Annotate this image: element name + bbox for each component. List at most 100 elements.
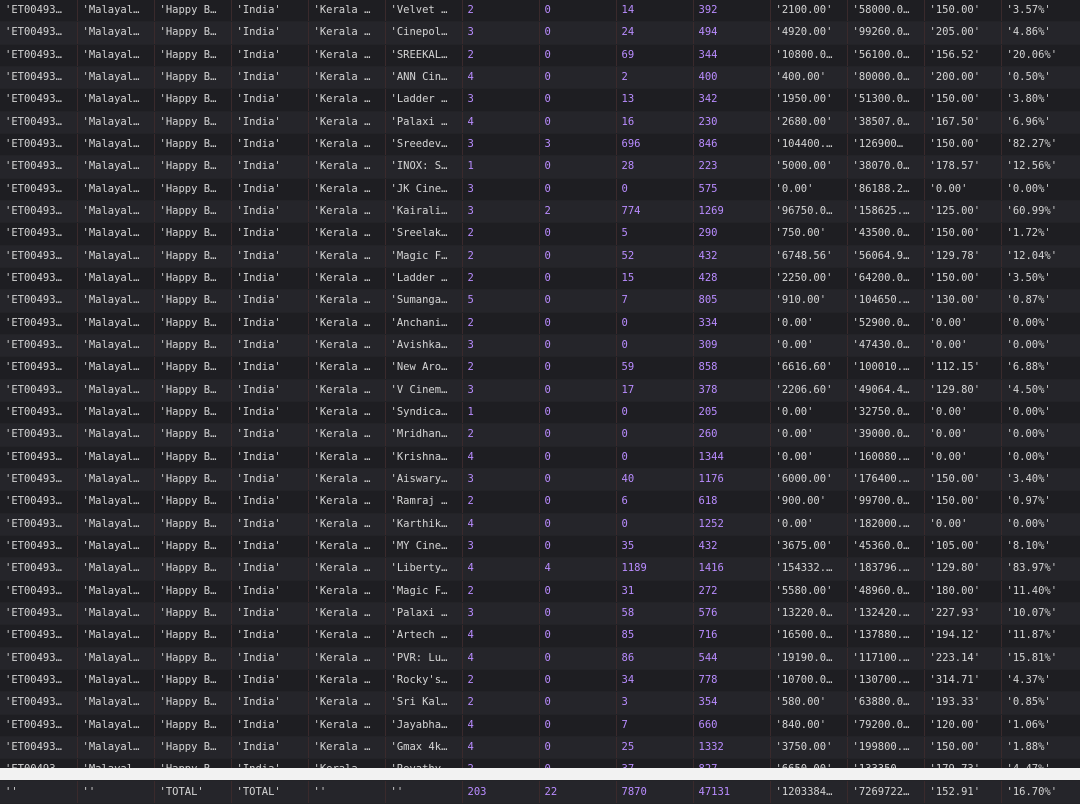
table-cell[interactable]: 'Happy B… <box>154 312 232 335</box>
table-cell[interactable]: 'Kerala … <box>308 602 386 626</box>
table-cell[interactable]: 3 <box>616 691 694 715</box>
table-cell[interactable]: 'Kerala … <box>308 222 386 246</box>
table-cell[interactable]: '0.00%' <box>1001 178 1080 201</box>
table-cell[interactable]: 25 <box>616 736 694 760</box>
table-cell[interactable]: 3 <box>462 133 540 157</box>
table-cell[interactable]: 'ET00493… <box>0 379 78 402</box>
table-cell[interactable]: 'Kerala … <box>308 468 386 492</box>
table-cell[interactable]: 'Malayal… <box>77 647 155 670</box>
table-cell[interactable]: 4 <box>462 557 540 581</box>
table-cell[interactable]: 0 <box>539 21 617 45</box>
table-cell[interactable]: 4 <box>539 557 617 581</box>
table-cell[interactable]: '154332.… <box>770 557 848 581</box>
table-cell[interactable]: '3750.00' <box>770 736 848 760</box>
table-cell[interactable]: '126900… <box>847 133 925 157</box>
table-cell[interactable]: 'Malayal… <box>77 490 155 514</box>
table-cell[interactable]: '104400.… <box>770 133 848 157</box>
table-cell[interactable]: 205 <box>693 401 771 425</box>
table-cell[interactable]: '99700.0… <box>847 490 925 514</box>
table-cell[interactable]: '314.71' <box>924 669 1002 693</box>
table-cell[interactable]: '32750.0… <box>847 401 925 425</box>
table-cell[interactable]: 'ET00493… <box>0 423 78 447</box>
table-cell[interactable]: '4.50%' <box>1001 379 1080 402</box>
table-cell[interactable]: 'Happy B… <box>154 691 232 715</box>
table-cell[interactable]: 'Malayal… <box>77 21 155 45</box>
table-cell[interactable]: '3.50%' <box>1001 267 1080 291</box>
table-cell[interactable]: '5580.00' <box>770 580 848 603</box>
table-cell[interactable]: 2 <box>462 245 540 268</box>
table-cell[interactable]: 'Malayal… <box>77 356 155 380</box>
table-cell[interactable]: 805 <box>693 289 771 313</box>
table-cell[interactable]: '1.72%' <box>1001 222 1080 246</box>
table-cell[interactable]: '0.00' <box>924 401 1002 425</box>
table-cell[interactable]: '200.00' <box>924 66 1002 90</box>
table-cell[interactable]: '7269722… <box>847 780 925 804</box>
table-cell[interactable]: 309 <box>693 334 771 358</box>
table-cell[interactable]: '4.86%' <box>1001 21 1080 45</box>
table-cell[interactable]: '39000.0… <box>847 423 925 447</box>
table-cell[interactable]: 'Happy B… <box>154 513 232 536</box>
table-cell[interactable]: 'TOTAL' <box>231 780 309 804</box>
table-cell[interactable]: '150.00' <box>924 133 1002 157</box>
table-cell[interactable]: '99260.0… <box>847 21 925 45</box>
table-cell[interactable]: 'ET00493… <box>0 356 78 380</box>
table-cell[interactable]: 0 <box>539 0 617 23</box>
table-cell[interactable]: 3 <box>539 133 617 157</box>
table-cell[interactable]: 0 <box>539 669 617 693</box>
table-cell[interactable]: '0.00' <box>924 446 1002 469</box>
table-cell[interactable]: '0.00' <box>770 513 848 536</box>
table-cell[interactable]: '0.00%' <box>1001 401 1080 425</box>
table-cell[interactable]: '15.81%' <box>1001 647 1080 670</box>
table-cell[interactable]: 'Avishka… <box>385 334 463 358</box>
table-cell[interactable]: 'Kerala … <box>308 334 386 358</box>
table-row[interactable]: 'ET00493…'Malayal…'Happy B…'India''Keral… <box>0 245 1080 268</box>
table-cell[interactable]: 'Palaxi … <box>385 602 463 626</box>
table-row[interactable]: 'ET00493…'Malayal…'Happy B…'India''Keral… <box>0 44 1080 67</box>
table-cell[interactable]: 'Malayal… <box>77 312 155 335</box>
table-cell[interactable]: 'ET00493… <box>0 714 78 737</box>
table-row[interactable]: 'ET00493…'Malayal…'Happy B…'India''Keral… <box>0 446 1080 469</box>
table-cell[interactable]: 1 <box>462 401 540 425</box>
table-cell[interactable]: '12.04%' <box>1001 245 1080 268</box>
table-row[interactable]: 'ET00493…'Malayal…'Happy B…'India''Keral… <box>0 691 1080 715</box>
table-cell[interactable]: 'Happy B… <box>154 334 232 358</box>
table-cell[interactable]: 'India' <box>231 557 309 581</box>
table-cell[interactable]: '205.00' <box>924 21 1002 45</box>
table-cell[interactable]: 'Malayal… <box>77 535 155 559</box>
table-cell[interactable]: 0 <box>539 44 617 67</box>
table-cell[interactable]: 0 <box>616 334 694 358</box>
table-cell[interactable]: 1252 <box>693 513 771 536</box>
table-cell[interactable]: 'ET00493… <box>0 535 78 559</box>
table-cell[interactable]: 0 <box>539 155 617 179</box>
table-cell[interactable]: 2 <box>462 267 540 291</box>
table-cell[interactable]: 846 <box>693 133 771 157</box>
table-cell[interactable]: 'Malayal… <box>77 245 155 268</box>
table-cell[interactable]: 86 <box>616 647 694 670</box>
table-cell[interactable]: 34 <box>616 669 694 693</box>
table-row[interactable]: 'ET00493…'Malayal…'Happy B…'India''Keral… <box>0 736 1080 760</box>
table-cell[interactable]: 24 <box>616 21 694 45</box>
table-cell[interactable]: 3 <box>462 602 540 626</box>
table-cell[interactable]: 1332 <box>693 736 771 760</box>
table-cell[interactable]: 696 <box>616 133 694 157</box>
table-cell[interactable]: '3.40%' <box>1001 468 1080 492</box>
table-cell[interactable]: 'New Aro… <box>385 356 463 380</box>
table-cell[interactable]: 0 <box>539 714 617 737</box>
table-cell[interactable]: 'Happy B… <box>154 178 232 201</box>
table-cell[interactable]: '750.00' <box>770 222 848 246</box>
table-cell[interactable]: 4 <box>462 647 540 670</box>
table-cell[interactable]: 'Kerala … <box>308 624 386 648</box>
table-cell[interactable]: 'Malayal… <box>77 111 155 134</box>
table-cell[interactable]: 1176 <box>693 468 771 492</box>
table-cell[interactable]: 'Malayal… <box>77 446 155 469</box>
table-cell[interactable]: 'Krishna… <box>385 446 463 469</box>
table-cell[interactable]: 'Happy B… <box>154 133 232 157</box>
table-cell[interactable]: 7870 <box>616 780 694 804</box>
table-cell[interactable]: '840.00' <box>770 714 848 737</box>
table-cell[interactable]: 'Kerala … <box>308 88 386 112</box>
table-cell[interactable]: 'ET00493… <box>0 200 78 224</box>
table-row[interactable]: 'ET00493…'Malayal…'Happy B…'India''Keral… <box>0 66 1080 90</box>
table-cell[interactable]: 0 <box>539 535 617 559</box>
table-cell[interactable]: 344 <box>693 44 771 67</box>
table-cell[interactable]: '152.91' <box>924 780 1002 804</box>
